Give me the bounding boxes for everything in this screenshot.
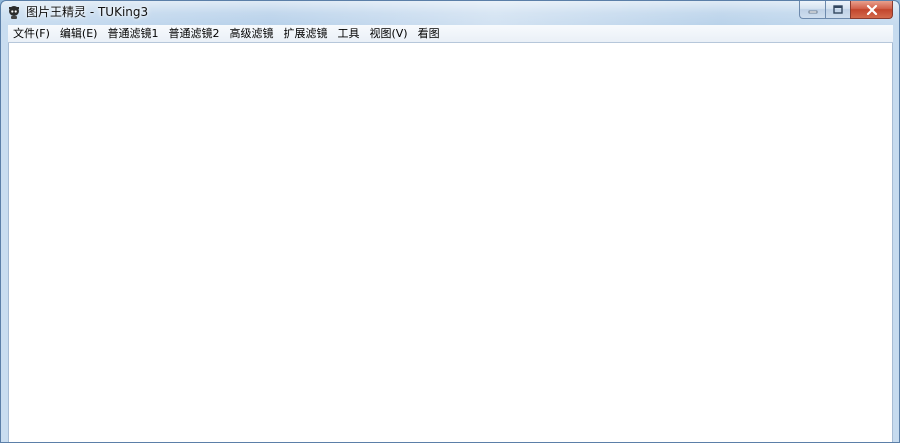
menu-image-viewer[interactable]: 看图 [413, 26, 445, 42]
menu-bar: 文件(F) 编辑(E) 普通滤镜1 普通滤镜2 高级滤镜 扩展滤镜 工具 视图(… [8, 25, 893, 43]
menu-normal-filter-1[interactable]: 普通滤镜1 [102, 26, 163, 42]
maximize-icon [833, 5, 843, 14]
app-window: 图片王精灵 - TUKing3 文件(F) 编辑(E) 普通滤镜1 普通滤镜2 … [0, 0, 900, 443]
menu-extended-filter[interactable]: 扩展滤镜 [278, 26, 332, 42]
window-title: 图片王精灵 - TUKing3 [26, 5, 149, 19]
minimize-icon [808, 10, 817, 13]
menu-file[interactable]: 文件(F) [8, 26, 55, 42]
minimize-button[interactable] [799, 1, 825, 19]
app-icon[interactable] [6, 4, 22, 20]
maximize-button[interactable] [825, 1, 850, 19]
menu-advanced-filter[interactable]: 高级滤镜 [224, 26, 278, 42]
caption-buttons [799, 1, 893, 19]
menu-edit[interactable]: 编辑(E) [55, 26, 103, 42]
menu-normal-filter-2[interactable]: 普通滤镜2 [163, 26, 224, 42]
menu-tools[interactable]: 工具 [332, 26, 364, 42]
client-area[interactable] [8, 43, 893, 442]
close-icon [866, 4, 877, 15]
menu-view[interactable]: 视图(V) [364, 26, 412, 42]
close-button[interactable] [850, 1, 893, 19]
title-bar[interactable]: 图片王精灵 - TUKing3 [1, 1, 899, 23]
